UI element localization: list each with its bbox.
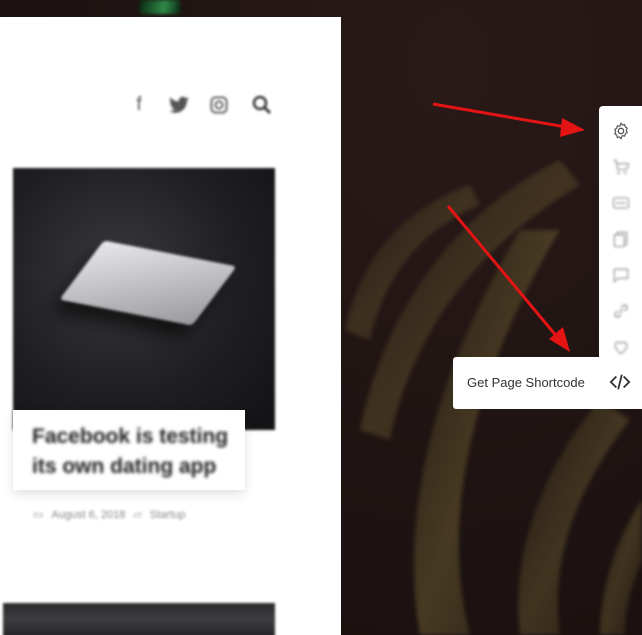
settings-gear-icon[interactable] <box>599 113 642 149</box>
page-preview-card: f Facebook is testing its own dating app… <box>0 17 341 635</box>
post-date: August 6, 2018 <box>51 508 126 521</box>
post-category[interactable]: Startup <box>150 509 185 521</box>
right-toolbar <box>599 106 642 370</box>
cart-icon[interactable] <box>599 149 642 185</box>
facebook-icon[interactable]: f <box>119 94 159 116</box>
folder-icon: ▱ <box>133 509 142 521</box>
post-title[interactable]: Facebook is testing its own dating app <box>32 422 232 482</box>
calendar-icon: ▭ <box>33 509 44 521</box>
card-icon[interactable] <box>599 185 642 221</box>
search-icon[interactable] <box>239 95 285 115</box>
shortcode-tooltip[interactable]: Get Page Shortcode <box>453 357 642 409</box>
instagram-icon[interactable] <box>199 96 239 114</box>
post-meta: ▭ August 6, 2018 ▱ Startup <box>33 508 185 522</box>
post-thumbnail[interactable] <box>13 168 275 430</box>
copy-icon[interactable] <box>599 221 642 257</box>
code-icon[interactable] <box>609 371 631 393</box>
social-icons: f <box>119 94 285 116</box>
post-title-box: Facebook is testing its own dating app <box>13 410 245 490</box>
shortcode-label[interactable]: Get Page Shortcode <box>467 375 585 390</box>
link-icon[interactable] <box>599 293 642 329</box>
twitter-icon[interactable] <box>159 96 199 114</box>
comment-icon[interactable] <box>599 257 642 293</box>
next-post-thumbnail[interactable] <box>3 603 275 635</box>
